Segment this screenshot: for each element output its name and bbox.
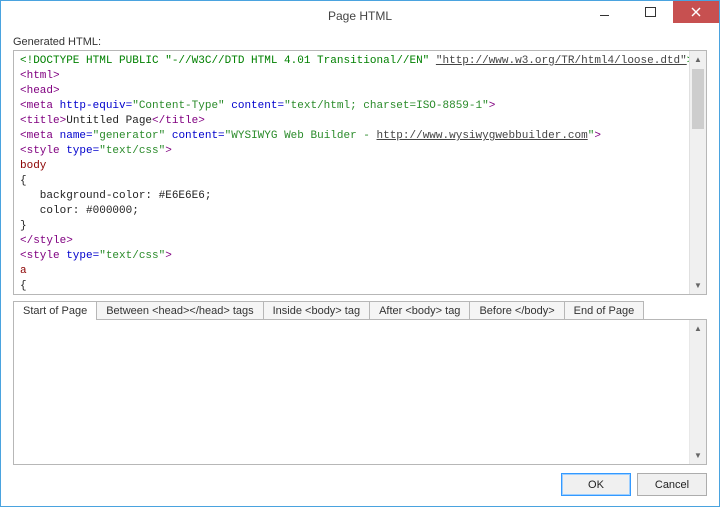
code-token: <style <box>20 145 60 157</box>
code-scrollbar[interactable]: ▲ ▼ <box>689 51 706 294</box>
code-token: </title> <box>152 115 205 127</box>
code-token: > <box>489 100 496 112</box>
code-token: <html> <box>20 70 60 82</box>
code-token: </style> <box>20 235 73 247</box>
dialog-body: Generated HTML: <!DOCTYPE HTML PUBLIC "-… <box>0 30 720 507</box>
tab-start-of-page[interactable]: Start of Page <box>13 301 97 320</box>
code-token: http-equiv= <box>53 100 132 112</box>
ok-button[interactable]: OK <box>561 473 631 496</box>
code-token: > <box>165 145 172 157</box>
code-token: type= <box>60 145 100 157</box>
code-token: <meta <box>20 100 53 112</box>
custom-html-textarea[interactable]: ▲ ▼ <box>13 319 707 465</box>
maximize-button[interactable] <box>627 1 673 23</box>
code-token: "text/css" <box>99 145 165 157</box>
close-button[interactable] <box>673 1 719 23</box>
scroll-down-icon[interactable]: ▼ <box>690 447 706 464</box>
code-token: <meta <box>20 130 53 142</box>
minimize-button[interactable] <box>581 1 627 23</box>
generated-html-box: <!DOCTYPE HTML PUBLIC "-//W3C//DTD HTML … <box>13 50 707 295</box>
insert-tabs: Start of Page Between <head></head> tags… <box>13 301 707 320</box>
code-token: Untitled Page <box>66 115 152 127</box>
code-token: "generator" <box>93 130 166 142</box>
textarea-scrollbar[interactable]: ▲ ▼ <box>689 320 706 464</box>
generated-html-label: Generated HTML: <box>13 36 707 48</box>
scroll-up-icon[interactable]: ▲ <box>690 320 706 337</box>
code-token: "WYSIWYG Web Builder - <box>225 130 377 142</box>
code-token: content= <box>225 100 284 112</box>
code-token: > <box>594 130 601 142</box>
tab-between-head[interactable]: Between <head></head> tags <box>96 301 263 320</box>
code-token: http://www.wysiwygwebbuilder.com <box>377 130 588 142</box>
tab-end-of-page[interactable]: End of Page <box>564 301 645 320</box>
code-token: <head> <box>20 85 60 97</box>
code-token: a <box>20 265 27 277</box>
code-token: "-//W3C//DTD HTML 4.01 Transitional//EN" <box>165 55 429 67</box>
window-controls <box>581 1 719 30</box>
code-token: { <box>20 175 27 187</box>
code-token: color: #000000; <box>20 205 139 217</box>
scroll-up-icon[interactable]: ▲ <box>690 51 706 68</box>
code-token: content= <box>165 130 224 142</box>
code-token: "text/css" <box>99 250 165 262</box>
titlebar: Page HTML <box>0 0 720 30</box>
tab-after-body[interactable]: After <body> tag <box>369 301 470 320</box>
scroll-thumb[interactable] <box>692 69 704 129</box>
code-token: type= <box>60 250 100 262</box>
code-token: "text/html; charset=ISO-8859-1" <box>284 100 489 112</box>
cancel-button[interactable]: Cancel <box>637 473 707 496</box>
code-token: <title> <box>20 115 66 127</box>
code-token: { <box>20 280 27 292</box>
tab-before-body-close[interactable]: Before </body> <box>469 301 564 320</box>
code-token: name= <box>53 130 93 142</box>
code-token: <style <box>20 250 60 262</box>
dialog-buttons: OK Cancel <box>13 465 707 496</box>
code-token: "Content-Type" <box>132 100 224 112</box>
code-token: body <box>20 160 46 172</box>
code-token: <!DOCTYPE HTML PUBLIC <box>20 55 165 67</box>
code-token <box>429 55 436 67</box>
generated-html-code[interactable]: <!DOCTYPE HTML PUBLIC "-//W3C//DTD HTML … <box>14 51 706 294</box>
code-token: background-color: #E6E6E6; <box>20 190 211 202</box>
code-token: > <box>165 250 172 262</box>
tab-inside-body[interactable]: Inside <body> tag <box>263 301 370 320</box>
scroll-down-icon[interactable]: ▼ <box>690 277 706 294</box>
code-token: "http://www.w3.org/TR/html4/loose.dtd" <box>436 55 687 67</box>
code-token: } <box>20 220 27 232</box>
